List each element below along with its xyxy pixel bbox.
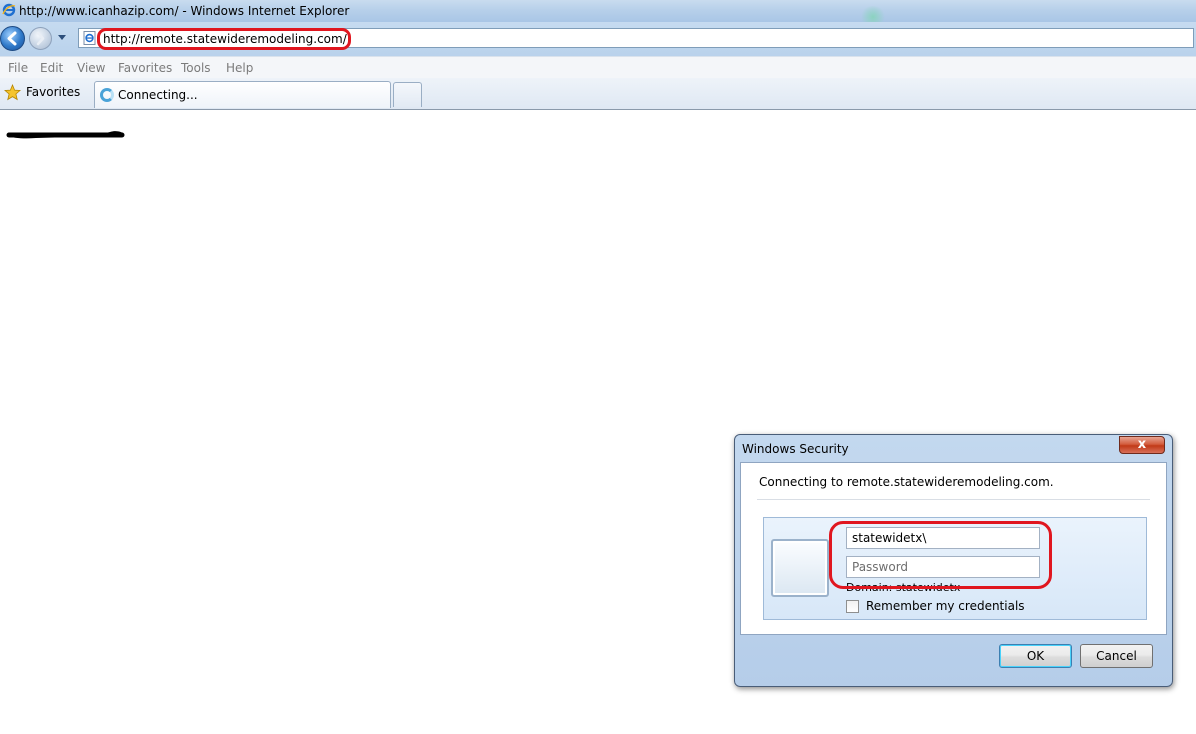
dialog-separator — [757, 499, 1150, 500]
loading-spinner-icon — [100, 88, 114, 102]
menu-file[interactable]: File — [8, 61, 28, 75]
screen: http://www.icanhazip.com/ - Windows Inte… — [0, 0, 1196, 734]
arrow-left-icon — [7, 31, 17, 46]
window-title: http://www.icanhazip.com/ - Windows Inte… — [19, 4, 350, 18]
forward-button[interactable] — [29, 27, 52, 50]
ie-logo-icon — [2, 3, 16, 17]
cancel-button[interactable]: Cancel — [1080, 644, 1153, 668]
tab-connecting[interactable]: Connecting... — [94, 81, 391, 108]
tab-label: Connecting... — [118, 88, 198, 102]
dialog-title: Windows Security — [742, 442, 849, 456]
menu-view[interactable]: View — [77, 61, 105, 75]
ie-page-icon — [83, 31, 96, 45]
remember-checkbox[interactable] — [846, 600, 859, 613]
menu-favorites[interactable]: Favorites — [118, 61, 172, 75]
user-avatar-tile — [771, 539, 829, 597]
new-tab-button[interactable] — [393, 82, 422, 107]
redaction-scribble — [6, 131, 125, 139]
remember-label: Remember my credentials — [866, 599, 1025, 613]
favorites-tab-bar: Favorites Connecting... — [0, 78, 1196, 110]
url-highlight-annotation — [97, 28, 351, 50]
ok-button[interactable]: OK — [999, 644, 1072, 668]
menu-bar: File Edit View Favorites Tools Help — [0, 56, 1196, 78]
connecting-message: Connecting to remote.statewideremodeling… — [759, 475, 1054, 489]
arrow-right-icon — [36, 31, 45, 46]
menu-tools[interactable]: Tools — [181, 61, 211, 75]
star-icon — [4, 84, 21, 101]
recent-pages-dropdown-icon[interactable] — [57, 34, 67, 42]
favorites-label: Favorites — [26, 85, 81, 99]
credentials-highlight-annotation — [829, 521, 1052, 589]
menu-edit[interactable]: Edit — [40, 61, 63, 75]
window-title-bar: http://www.icanhazip.com/ - Windows Inte… — [0, 0, 1196, 28]
back-button[interactable] — [0, 26, 25, 51]
menu-help[interactable]: Help — [226, 61, 253, 75]
close-icon: x — [1137, 437, 1147, 452]
dialog-close-button[interactable]: x — [1119, 436, 1165, 454]
